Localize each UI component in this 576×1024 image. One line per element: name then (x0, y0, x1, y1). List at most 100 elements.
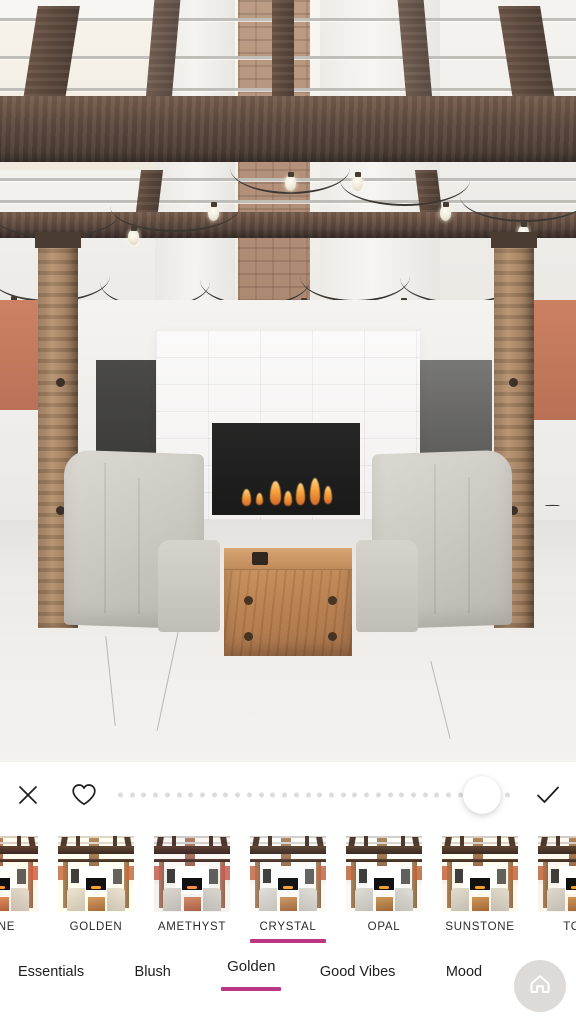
tab-label: Blush (134, 964, 171, 980)
filter-thumbnail[interactable] (154, 836, 230, 912)
filter-item-sunstone[interactable]: SUNSTONE (432, 828, 528, 943)
filter-active-indicator (154, 939, 230, 943)
slider-dot (188, 792, 194, 798)
close-icon (17, 784, 39, 806)
filter-item-rine[interactable]: RINE (0, 828, 48, 943)
tab-label: Essentials (18, 964, 85, 980)
filter-item-crystal[interactable]: CRYSTAL (240, 828, 336, 943)
flame (270, 481, 281, 505)
slider-dot (317, 792, 323, 798)
filter-thumbnail-image (0, 836, 38, 912)
tab-active-indicator (221, 987, 282, 991)
tab-active-indicator (434, 992, 494, 996)
pergola-main-beam (0, 96, 576, 162)
filter-thumbnail[interactable] (538, 836, 576, 912)
post-bolt (56, 378, 65, 387)
slider-dot (340, 792, 346, 798)
filter-item-opal[interactable]: OPAL (336, 828, 432, 943)
tab-label: Mood (445, 964, 483, 980)
confirm-button[interactable] (520, 762, 576, 828)
favorite-button[interactable] (56, 762, 112, 828)
heart-icon (71, 783, 97, 807)
slider-dot (118, 792, 123, 798)
flame (324, 486, 332, 504)
filter-active-indicator (442, 939, 518, 943)
slider-dot (375, 792, 381, 798)
filter-thumbnail[interactable] (250, 836, 326, 912)
filter-thumbnail[interactable] (58, 836, 134, 912)
tab-label: Golden (227, 958, 276, 975)
filter-thumbnail-image (442, 836, 518, 912)
string-light-bulb (128, 226, 139, 245)
filter-item-golden[interactable]: GOLDEN (48, 828, 144, 943)
filter-thumbnail[interactable] (346, 836, 422, 912)
slider-dot (129, 792, 135, 798)
flame (256, 493, 263, 505)
slider-dot (282, 792, 288, 798)
filter-item-amethyst[interactable]: AMETHYST (144, 828, 240, 943)
slider-knob[interactable] (463, 776, 501, 814)
slider-dot (293, 792, 299, 798)
filter-active-indicator (250, 939, 326, 943)
flame (284, 491, 292, 506)
filter-label: SUNSTONE (445, 921, 515, 933)
home-button[interactable] (514, 960, 566, 1012)
slider-dot (364, 792, 370, 798)
flame (242, 489, 251, 506)
photo-preview[interactable] (0, 0, 576, 762)
tab-active-indicator (123, 992, 183, 996)
filter-thumbnail[interactable] (442, 836, 518, 912)
filter-thumbnail-image (58, 836, 134, 912)
tab-good-vibes[interactable]: Good Vibes (316, 964, 400, 996)
slider-dot (153, 792, 159, 798)
filter-active-indicator (538, 939, 576, 943)
table-bolt-hole (244, 632, 253, 641)
armchair-right-arm (356, 540, 418, 632)
tab-essentials[interactable]: Essentials (14, 964, 88, 996)
pergola-rafter (272, 0, 294, 100)
slider-dot (258, 792, 264, 798)
slider-dot (387, 792, 393, 798)
slider-dot (446, 792, 452, 798)
table-object (252, 552, 268, 565)
coffee-table-top (224, 548, 352, 570)
slider-dot (270, 792, 276, 798)
table-bolt-hole (244, 596, 253, 605)
slider-dot (141, 792, 147, 798)
filter-thumbnail-image (154, 836, 230, 912)
string-light-bulb (208, 202, 219, 221)
flame (310, 478, 320, 505)
slider-dot (164, 792, 170, 798)
post-cap (491, 232, 537, 248)
filter-list: RINE GOLDEN AMETHYST CRYSTAL OPAL SUNSTONE TOP (0, 828, 576, 948)
filter-strength-slider[interactable] (114, 762, 514, 828)
filter-label: CRYSTAL (259, 921, 317, 933)
slider-dot (328, 792, 334, 798)
cancel-button[interactable] (0, 762, 56, 828)
tab-mood[interactable]: Mood (430, 964, 498, 996)
chair-fold (434, 464, 436, 615)
filter-thumbnail[interactable] (0, 836, 38, 912)
string-light-bulb (285, 172, 296, 191)
table-bolt-hole (328, 632, 337, 641)
slider-dot (305, 792, 311, 798)
slider-dot (434, 792, 440, 798)
photo-scene (0, 0, 576, 762)
tab-blush[interactable]: Blush (119, 964, 187, 996)
photo-filter-editor-screen: RINE GOLDEN AMETHYST CRYSTAL OPAL SUNSTONE TOP… (0, 0, 576, 1024)
filter-active-indicator (346, 939, 422, 943)
category-tabs[interactable]: Essentials Blush Golden Good Vibes Mood (0, 958, 514, 996)
filter-active-indicator (58, 939, 134, 943)
filter-item-top[interactable]: TOP (528, 828, 576, 943)
slider-dot (200, 792, 206, 798)
table-bolt-hole (328, 596, 337, 605)
chair-fold (104, 462, 106, 614)
filter-filmstrip[interactable]: RINE GOLDEN AMETHYST CRYSTAL OPAL SUNSTONE TOP (0, 828, 576, 948)
tab-active-indicator (320, 992, 396, 996)
filter-thumbnail-image (346, 836, 422, 912)
slider-dot (223, 792, 229, 798)
filter-label: RINE (0, 921, 16, 933)
tab-label: Good Vibes (319, 964, 396, 980)
tab-golden[interactable]: Golden (217, 958, 285, 991)
edit-toolbar (0, 762, 576, 828)
